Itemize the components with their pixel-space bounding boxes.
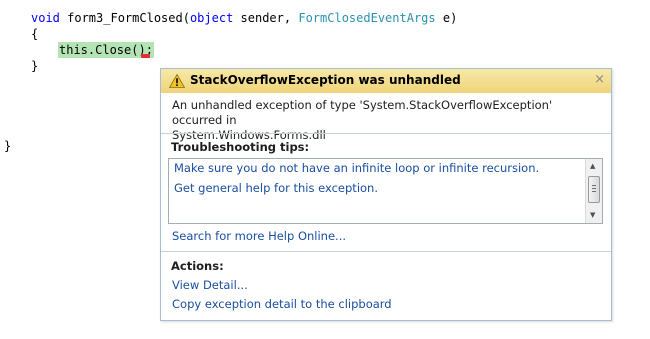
scroll-down-icon[interactable]: ▼: [590, 211, 595, 219]
divider: [161, 133, 611, 134]
divider: [161, 251, 611, 252]
keyword-void: void: [31, 11, 60, 25]
scroll-up-icon[interactable]: ▲: [590, 162, 595, 170]
troubleshooting-tips-list: Make sure you do not have an infinite lo…: [168, 158, 603, 224]
code-line-open-brace: {: [31, 27, 39, 41]
scroll-thumb[interactable]: [588, 176, 600, 203]
type-formclosedeventargs: FormClosedEventArgs: [298, 11, 436, 25]
code-line-close-brace: }: [31, 59, 39, 73]
exception-header: StackOverflowException was unhandled ×: [161, 69, 611, 93]
method-name: form3_FormClosed(: [59, 11, 190, 25]
troubleshooting-heading: Troubleshooting tips:: [171, 140, 310, 154]
copy-exception-detail-link[interactable]: Copy exception detail to the clipboard: [172, 297, 392, 311]
code-line-class-close-brace: }: [4, 139, 12, 153]
exception-title: StackOverflowException was unhandled: [190, 73, 461, 87]
tip-infinite-recursion-link[interactable]: Make sure you do not have an infinite lo…: [174, 161, 539, 175]
close-icon[interactable]: ×: [594, 72, 605, 87]
code-line-close-call[interactable]: this.Close();: [58, 42, 154, 58]
search-help-online-link[interactable]: Search for more Help Online...: [172, 229, 346, 243]
code-line-method-signature: void form3_FormClosed(object sender, For…: [31, 10, 457, 26]
tips-scrollbar[interactable]: ▲ ▼: [585, 159, 602, 223]
highlighted-statement[interactable]: this.Close();: [58, 42, 154, 58]
keyword-object: object: [189, 11, 234, 25]
view-detail-link[interactable]: View Detail...: [172, 278, 248, 292]
param-e: e): [435, 11, 458, 25]
param-sender: sender,: [233, 11, 299, 25]
actions-heading: Actions:: [171, 259, 224, 273]
tip-general-help-link[interactable]: Get general help for this exception.: [174, 181, 378, 195]
scroll-grip: [592, 185, 596, 186]
scroll-grip: [592, 191, 596, 192]
warning-icon: [169, 74, 185, 88]
exception-description: An unhandled exception of type 'System.S…: [172, 98, 602, 143]
exception-assistant: StackOverflowException was unhandled × A…: [160, 68, 612, 321]
smart-tag-marker[interactable]: [141, 54, 150, 58]
exception-description-line1: An unhandled exception of type 'System.S…: [172, 98, 553, 127]
scroll-grip: [592, 188, 596, 189]
